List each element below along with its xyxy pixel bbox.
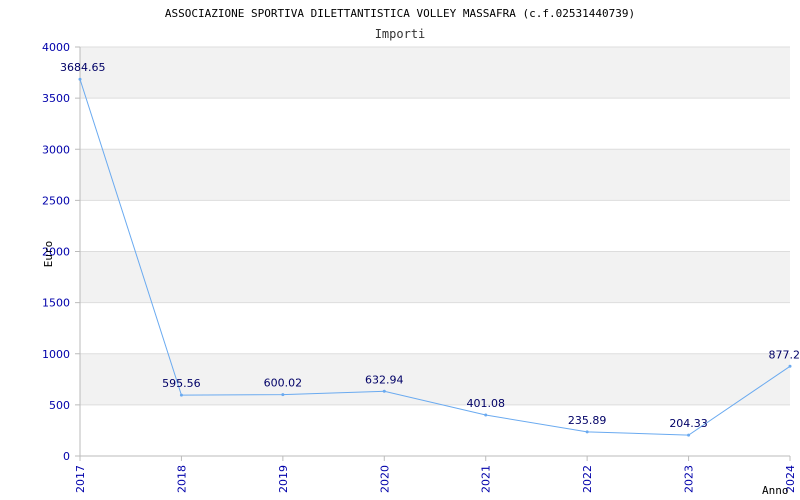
data-label: 600.02: [264, 377, 303, 390]
data-label: 204.33: [669, 417, 708, 430]
line-chart: ASSOCIAZIONE SPORTIVA DILETTANTISTICA VO…: [42, 7, 800, 497]
x-axis-ticks: 2017 2018 2019 2020 2021 2022 2023 2024: [74, 456, 797, 493]
data-point: [179, 393, 183, 397]
plot-background-bands: [80, 47, 790, 405]
y-tick-label: 4000: [42, 41, 70, 54]
y-tick-label: 2500: [42, 194, 70, 207]
data-label: 401.08: [466, 397, 505, 410]
data-label: 877.2: [769, 348, 800, 361]
y-tick-label: 0: [63, 450, 70, 463]
data-point: [281, 393, 285, 397]
x-tick-label: 2020: [378, 465, 391, 493]
chart-subtitle: Importi: [375, 27, 426, 41]
x-tick-label: 2023: [683, 465, 696, 493]
y-tick-label: 3000: [42, 143, 70, 156]
data-point: [484, 413, 488, 417]
gridlines: [80, 46, 790, 406]
data-label: 595.56: [162, 377, 201, 390]
x-axis-label: Anno: [762, 484, 789, 497]
x-tick-label: 2022: [581, 465, 594, 493]
grid-band: [80, 149, 790, 201]
data-point: [382, 389, 386, 393]
grid-band: [80, 47, 790, 99]
chart-title: ASSOCIAZIONE SPORTIVA DILETTANTISTICA VO…: [165, 7, 635, 20]
y-axis-label: Euro: [42, 241, 55, 268]
data-label: 235.89: [568, 414, 607, 427]
data-point: [788, 364, 792, 368]
data-point: [78, 77, 82, 81]
y-tick-label: 3500: [42, 92, 70, 105]
x-tick-label: 2021: [480, 465, 493, 493]
data-point: [687, 433, 691, 437]
grid-band: [80, 251, 790, 303]
x-tick-label: 2019: [277, 465, 290, 493]
data-label: 3684.65: [60, 61, 106, 74]
y-tick-label: 1000: [42, 348, 70, 361]
x-tick-label: 2017: [74, 465, 87, 493]
data-label: 632.94: [365, 373, 404, 386]
y-tick-label: 500: [49, 399, 70, 412]
x-tick-label: 2018: [175, 465, 188, 493]
data-point: [585, 430, 589, 434]
y-tick-label: 1500: [42, 297, 70, 310]
